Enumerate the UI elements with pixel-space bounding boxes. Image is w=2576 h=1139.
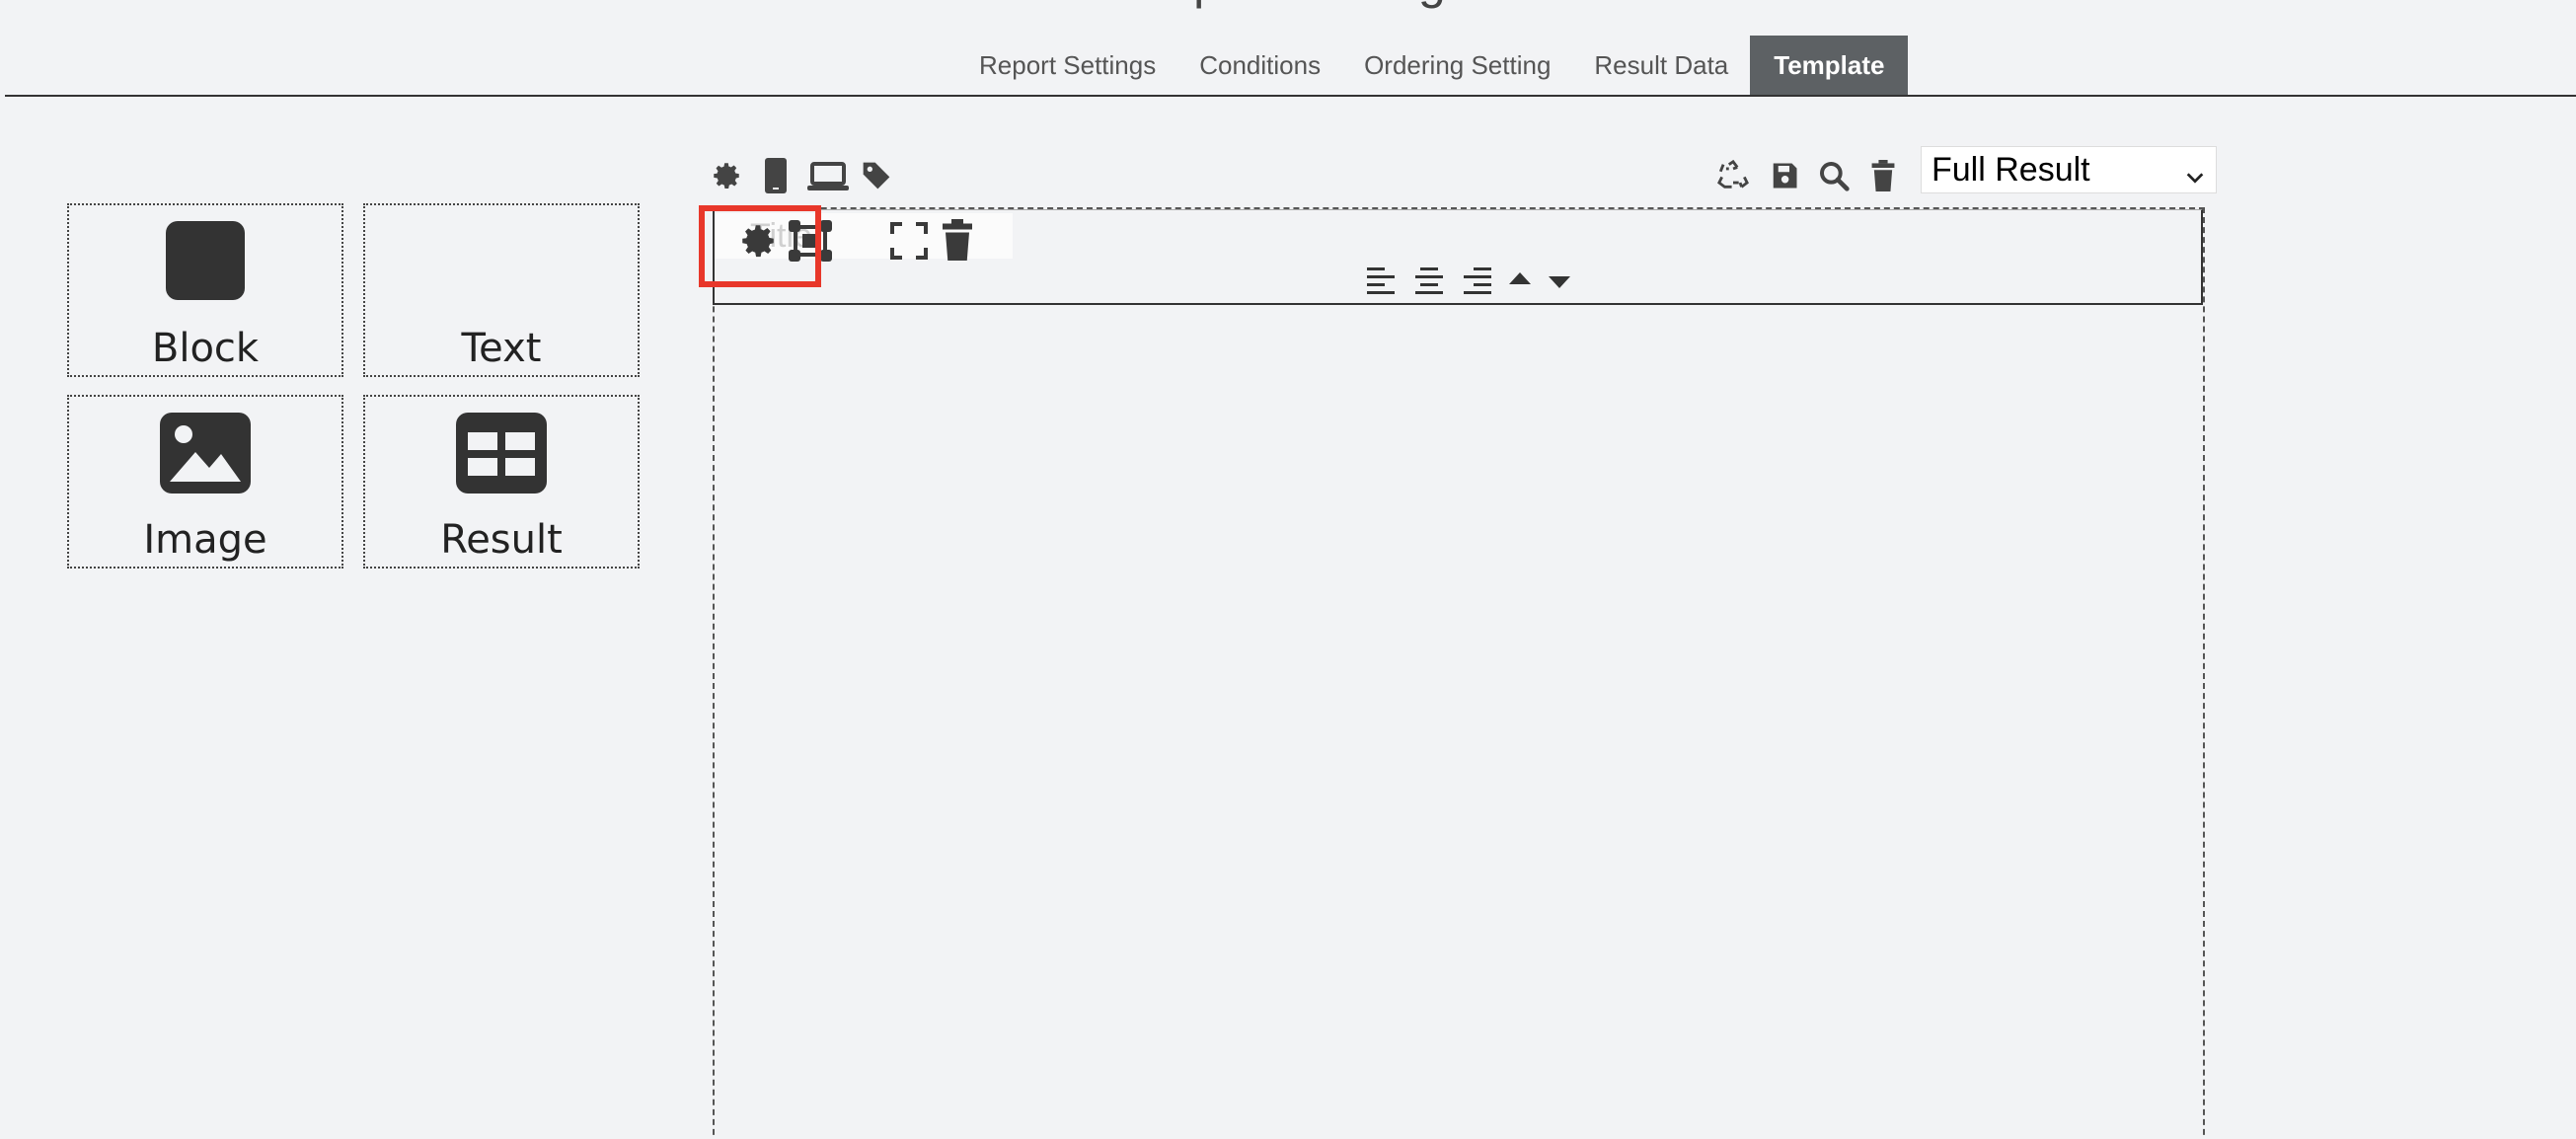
chevron-down-icon <box>2184 159 2206 197</box>
widget-label: Result <box>440 517 563 563</box>
align-right-icon[interactable] <box>1461 265 1492 296</box>
template-select[interactable]: Full Result <box>1921 146 2217 193</box>
widget-result[interactable]: Result <box>363 395 640 569</box>
search-icon[interactable] <box>1816 158 1852 193</box>
tag-icon[interactable] <box>859 158 894 193</box>
square-icon <box>166 221 245 305</box>
report-template-editor: Report Setting Report Settings Condition… <box>0 0 2576 1139</box>
widget-label: Text <box>461 326 542 371</box>
align-left-icon[interactable] <box>1366 265 1398 296</box>
gear-icon[interactable] <box>709 158 744 193</box>
trash-icon[interactable] <box>1865 158 1901 193</box>
mobile-icon[interactable] <box>764 158 788 193</box>
move-up-icon[interactable] <box>1508 268 1532 288</box>
tab-conditions[interactable]: Conditions <box>1177 36 1342 96</box>
align-center-icon[interactable] <box>1413 265 1445 296</box>
widget-image[interactable]: Image <box>67 395 343 569</box>
expand-icon[interactable] <box>888 219 930 263</box>
widget-label: Image <box>143 517 267 563</box>
template-canvas[interactable] <box>713 207 2205 1139</box>
page-title: Report Setting <box>0 0 2576 12</box>
tab-report-settings[interactable]: Report Settings <box>957 36 1177 96</box>
block-trash-icon[interactable] <box>938 217 977 263</box>
widget-text[interactable]: Text <box>363 203 640 377</box>
tab-template[interactable]: Template <box>1750 36 1909 96</box>
image-icon <box>160 413 251 498</box>
move-down-icon[interactable] <box>1548 272 1571 292</box>
save-icon[interactable] <box>1767 158 1802 193</box>
highlight-box <box>699 205 821 287</box>
settings-tabs: Report Settings Conditions Ordering Sett… <box>957 36 1909 96</box>
tab-ordering-setting[interactable]: Ordering Setting <box>1342 36 1572 96</box>
recycle-icon[interactable] <box>1715 158 1751 193</box>
table-icon <box>456 413 547 498</box>
widget-block[interactable]: Block <box>67 203 343 377</box>
laptop-icon[interactable] <box>807 160 849 193</box>
template-select-value: Full Result <box>1932 150 2090 189</box>
widget-label: Block <box>151 326 260 371</box>
header-divider <box>5 95 2576 97</box>
tab-result-data[interactable]: Result Data <box>1572 36 1750 96</box>
